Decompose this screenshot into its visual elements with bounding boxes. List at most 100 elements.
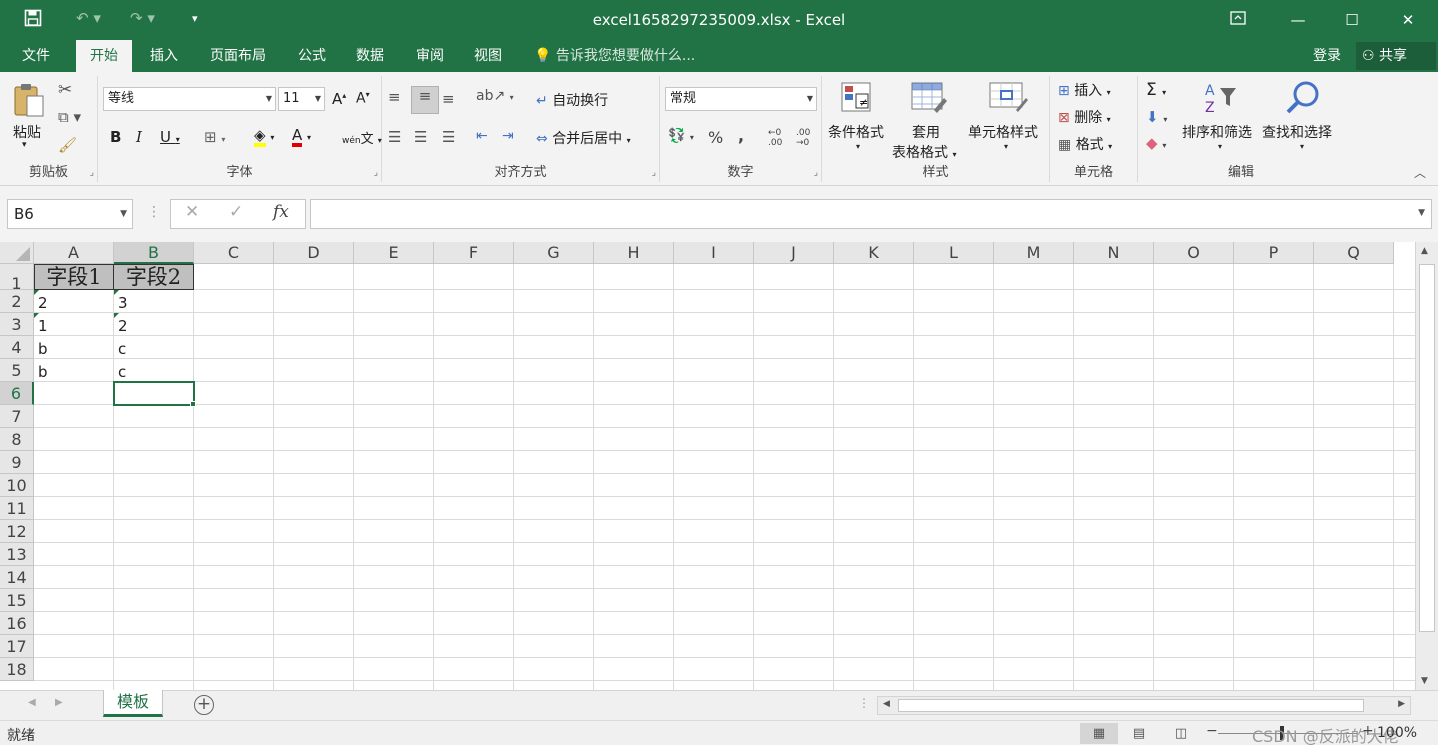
bold-icon[interactable]: B [110, 128, 121, 146]
vertical-scrollbar[interactable]: ▲ ▼ [1415, 242, 1438, 690]
chevron-down-icon[interactable]: ▾ [1300, 142, 1304, 151]
row-header-6[interactable]: 6 [0, 382, 34, 405]
page-break-view-icon[interactable]: ◫ [1162, 723, 1200, 744]
formula-input[interactable]: ▼ [310, 199, 1432, 229]
row-header-13[interactable]: 13 [0, 543, 34, 566]
chevron-down-icon[interactable]: ▾ [1218, 142, 1222, 151]
font-size-select[interactable]: 11 ▼ [278, 87, 325, 111]
login-link[interactable]: 登录 [1313, 40, 1341, 72]
insert-function-icon[interactable]: fx [273, 202, 289, 222]
close-icon[interactable]: ✕ [1388, 6, 1428, 34]
column-header-i[interactable]: I [674, 242, 754, 264]
zoom-level[interactable]: 100% [1377, 725, 1417, 741]
tab-formulas[interactable]: 公式 [286, 40, 338, 72]
underline-icon[interactable]: U ▾ [160, 128, 180, 146]
name-box[interactable]: B6 ▼ [7, 199, 133, 229]
number-as-text-indicator-icon[interactable] [34, 313, 39, 318]
format-as-table-label-2[interactable]: 表格格式 ▾ [892, 142, 956, 162]
vertical-scroll-thumb[interactable] [1419, 264, 1435, 632]
border-icon[interactable]: ⊞ ▾ [204, 128, 225, 146]
clipboard-launcher-icon[interactable]: ⌟ [90, 168, 94, 178]
row-header-5[interactable]: 5 [0, 359, 34, 382]
cell-b2[interactable]: 3 [114, 290, 194, 313]
column-header-k[interactable]: K [834, 242, 914, 264]
horizontal-scrollbar[interactable]: ◀ ▶ [877, 696, 1411, 715]
cell-styles-label[interactable]: 单元格样式 [968, 122, 1038, 142]
column-header-e[interactable]: E [354, 242, 434, 264]
merge-center-button[interactable]: ⇔ 合并后居中 ▾ [536, 128, 631, 148]
row-header-14[interactable]: 14 [0, 566, 34, 589]
conditional-formatting-icon[interactable]: ≠ [840, 80, 876, 116]
clear-icon[interactable]: ◆ ▾ [1146, 134, 1166, 152]
tab-home[interactable]: 开始 [76, 40, 132, 72]
column-header-n[interactable]: N [1074, 242, 1154, 264]
paste-label[interactable]: 粘贴 [13, 122, 41, 142]
tab-review[interactable]: 审阅 [404, 40, 456, 72]
row-header-9[interactable]: 9 [0, 451, 34, 474]
column-header-f[interactable]: F [434, 242, 514, 264]
cell-a5[interactable]: b [34, 359, 114, 382]
wrap-text-button[interactable]: ↵ 自动换行 [536, 90, 608, 110]
alignment-launcher-icon[interactable]: ⌟ [652, 168, 656, 178]
format-painter-icon[interactable]: 🖌 [58, 136, 77, 154]
maximize-icon[interactable]: ☐ [1332, 6, 1372, 34]
row-header-16[interactable]: 16 [0, 612, 34, 635]
fill-icon[interactable]: ⬇ ▾ [1146, 108, 1167, 126]
row-header-10[interactable]: 10 [0, 474, 34, 497]
share-button[interactable]: ⚇ 共享 [1356, 42, 1436, 70]
font-color-icon[interactable]: A ▾ [292, 126, 311, 147]
column-header-p[interactable]: P [1234, 242, 1314, 264]
row-header-18[interactable]: 18 [0, 658, 34, 681]
cell-styles-icon[interactable] [988, 80, 1028, 116]
cell-a3[interactable]: 1 [34, 313, 114, 336]
ribbon-display-options-icon[interactable] [1218, 6, 1258, 34]
accounting-format-icon[interactable]: 💱 ▾ [668, 128, 694, 144]
row-header-11[interactable]: 11 [0, 497, 34, 520]
column-header-o[interactable]: O [1154, 242, 1234, 264]
font-launcher-icon[interactable]: ⌟ [374, 168, 378, 178]
row-header-4[interactable]: 4 [0, 336, 34, 359]
tab-page-layout[interactable]: 页面布局 [200, 40, 276, 72]
row-header-3[interactable]: 3 [0, 313, 34, 336]
chevron-down-icon[interactable]: ▾ [1004, 142, 1008, 151]
column-header-c[interactable]: C [194, 242, 274, 264]
row-header-17[interactable]: 17 [0, 635, 34, 658]
row-header-8[interactable]: 8 [0, 428, 34, 451]
page-layout-view-icon[interactable]: ▤ [1120, 723, 1158, 744]
align-middle-icon[interactable]: ≡ [411, 86, 439, 114]
align-center-icon[interactable]: ☰ [414, 128, 427, 146]
format-cells-button[interactable]: ▦ 格式 ▾ [1058, 134, 1112, 154]
column-header-j[interactable]: J [754, 242, 834, 264]
row-header-15[interactable]: 15 [0, 589, 34, 612]
sort-filter-label[interactable]: 排序和筛选 [1182, 122, 1252, 142]
confirm-formula-icon[interactable]: ✓ [229, 202, 243, 222]
number-format-select[interactable]: 常规 ▼ [665, 87, 817, 111]
conditional-formatting-label[interactable]: 条件格式 [828, 122, 884, 142]
scroll-up-icon[interactable]: ▲ [1421, 246, 1428, 256]
minimize-icon[interactable]: — [1278, 6, 1318, 34]
tab-view[interactable]: 视图 [462, 40, 514, 72]
align-top-icon[interactable]: ≡ [388, 88, 401, 106]
column-header-q[interactable]: Q [1314, 242, 1394, 264]
tab-file[interactable]: 文件 [8, 40, 64, 72]
scroll-down-icon[interactable]: ▼ [1421, 676, 1428, 686]
align-left-icon[interactable]: ☰ [388, 128, 401, 146]
decrease-decimal-icon[interactable]: .00 →0 [796, 128, 810, 148]
format-as-table-icon[interactable] [910, 80, 947, 116]
row-header-1[interactable]: 1 [0, 264, 34, 293]
cell-b4[interactable]: c [114, 336, 194, 359]
italic-icon[interactable]: I [136, 128, 142, 146]
phonetic-icon[interactable]: wén文 ▾ [342, 128, 382, 147]
horizontal-scroll-thumb[interactable] [898, 699, 1364, 712]
column-header-b[interactable]: B [114, 242, 194, 264]
prev-sheet-icon[interactable]: ◀ [28, 697, 36, 708]
decrease-font-icon[interactable]: A▾ [356, 90, 370, 107]
copy-icon[interactable]: ⧉ ▾ [58, 108, 81, 126]
increase-decimal-icon[interactable]: ←0.00 [768, 128, 782, 148]
column-header-m[interactable]: M [994, 242, 1074, 264]
next-sheet-icon[interactable]: ▶ [55, 697, 63, 708]
column-header-l[interactable]: L [914, 242, 994, 264]
header-cell-a1[interactable]: 字段1 [34, 264, 114, 290]
zoom-out-icon[interactable]: − [1206, 723, 1218, 739]
collapse-ribbon-icon[interactable]: ︿ [1414, 164, 1426, 181]
